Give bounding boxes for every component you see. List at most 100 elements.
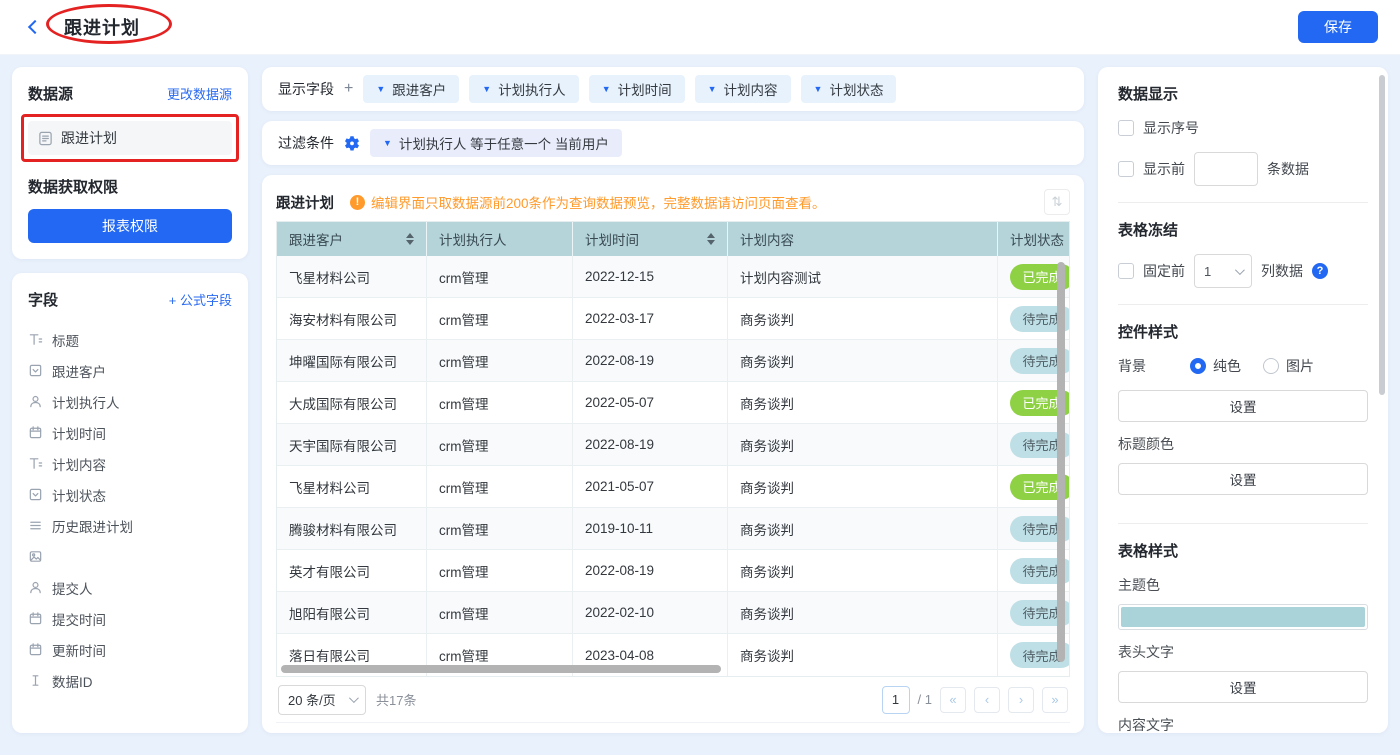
sort-icon[interactable] [406, 233, 414, 245]
formula-field-link[interactable]: + 公式字段 [169, 290, 232, 309]
text-icon [28, 456, 43, 471]
display-field-tag[interactable]: ▼跟进客户 [363, 75, 459, 103]
show-first-checkbox[interactable] [1118, 161, 1134, 177]
current-page-box[interactable]: 1 [882, 686, 910, 714]
radio-unselected-icon [1263, 358, 1279, 374]
fix-columns-checkbox[interactable] [1118, 263, 1134, 279]
cell-customer: 旭阳有限公司 [277, 592, 427, 633]
field-item[interactable]: 计划状态 [28, 479, 232, 510]
field-item[interactable]: 更新时间 [28, 634, 232, 665]
cell-executor: crm管理 [427, 256, 573, 297]
table-row[interactable]: 天宇国际有限公司 crm管理 2022-08-19 商务谈判 待完成 [277, 424, 1070, 466]
cell-executor: crm管理 [427, 508, 573, 549]
first-page-button[interactable]: « [940, 687, 966, 713]
cell-date: 2022-03-17 [573, 298, 728, 339]
divider [1118, 523, 1368, 524]
show-index-checkbox[interactable] [1118, 120, 1134, 136]
header-text-set-button[interactable]: 设置 [1118, 671, 1368, 703]
cell-content: 商务谈判 [728, 340, 998, 381]
add-field-icon[interactable]: + [344, 80, 353, 98]
help-icon[interactable]: ? [1312, 263, 1328, 279]
field-item[interactable]: 数据ID [28, 665, 232, 696]
table-style-title: 表格样式 [1118, 540, 1368, 561]
field-item[interactable]: 跟进客户 [28, 355, 232, 386]
caret-down-icon: ▼ [383, 138, 392, 148]
theme-color-swatch[interactable] [1118, 604, 1368, 630]
panel-scrollbar[interactable] [1379, 75, 1385, 395]
change-datasource-link[interactable]: 更改数据源 [167, 84, 232, 103]
gear-icon[interactable] [344, 135, 360, 151]
field-item-label: 计划内容 [52, 454, 106, 474]
document-icon [38, 131, 53, 146]
field-item[interactable] [28, 541, 232, 572]
column-header-label: 计划执行人 [439, 229, 507, 249]
column-header[interactable]: 计划时间 [573, 222, 728, 256]
person-icon [28, 394, 43, 409]
table-row[interactable]: 英才有限公司 crm管理 2022-08-19 商务谈判 待完成 [277, 550, 1070, 592]
background-set-button[interactable]: 设置 [1118, 390, 1368, 422]
table-row[interactable]: 大成国际有限公司 crm管理 2022-05-07 商务谈判 已完成 [277, 382, 1070, 424]
field-item[interactable]: 计划执行人 [28, 386, 232, 417]
column-header[interactable]: 计划状态 [998, 222, 1070, 256]
fields-title: 字段 [28, 289, 58, 310]
display-field-tag[interactable]: ▼计划时间 [589, 75, 685, 103]
field-item[interactable]: 历史跟进计划 [28, 510, 232, 541]
person-icon [28, 580, 43, 595]
table-row[interactable]: 腾骏材料有限公司 crm管理 2019-10-11 商务谈判 待完成 [277, 508, 1070, 550]
display-field-tag[interactable]: ▼计划执行人 [469, 75, 578, 103]
display-field-tag[interactable]: ▼计划状态 [801, 75, 897, 103]
show-index-label: 显示序号 [1143, 118, 1199, 138]
datasource-item[interactable]: 跟进计划 [28, 121, 232, 155]
sort-order-button[interactable]: ⇅ [1044, 189, 1070, 215]
table-row[interactable]: 飞星材料公司 crm管理 2021-05-07 商务谈判 已完成 [277, 466, 1070, 508]
cell-date: 2022-08-19 [573, 424, 728, 465]
title-color-label: 标题颜色 [1118, 434, 1368, 454]
field-item[interactable]: 计划内容 [28, 448, 232, 479]
table-row[interactable]: 飞星材料公司 crm管理 2022-12-15 计划内容测试 已完成 [277, 256, 1070, 298]
cell-content: 商务谈判 [728, 592, 998, 633]
row-count-input[interactable] [1194, 152, 1258, 186]
table-row[interactable]: 海安材料有限公司 crm管理 2022-03-17 商务谈判 待完成 [277, 298, 1070, 340]
cell-customer: 海安材料有限公司 [277, 298, 427, 339]
back-icon[interactable] [22, 14, 48, 40]
last-page-button[interactable]: » [1042, 687, 1068, 713]
warning-text: 编辑界面只取数据源前200条作为查询数据预览，完整数据请访问页面查看。 [371, 192, 826, 212]
field-item[interactable]: 提交人 [28, 572, 232, 603]
cell-executor: crm管理 [427, 298, 573, 339]
field-item-label: 计划时间 [52, 423, 106, 443]
column-header[interactable]: 跟进客户 [277, 222, 427, 256]
next-page-button[interactable]: › [1008, 687, 1034, 713]
report-permission-button[interactable]: 报表权限 [28, 209, 232, 243]
horizontal-scrollbar[interactable] [281, 665, 721, 673]
theme-color-fill [1121, 607, 1365, 627]
permission-title: 数据获取权限 [28, 176, 232, 197]
cell-executor: crm管理 [427, 466, 573, 507]
table-row[interactable]: 旭阳有限公司 crm管理 2022-02-10 商务谈判 待完成 [277, 592, 1070, 634]
cell-executor: crm管理 [427, 550, 573, 591]
text-icon [28, 332, 43, 347]
display-field-tag[interactable]: ▼计划内容 [695, 75, 791, 103]
page-size-select[interactable]: 20 条/页 [278, 685, 366, 715]
cell-content: 商务谈判 [728, 382, 998, 423]
table-card: 跟进计划 ! 编辑界面只取数据源前200条作为查询数据预览，完整数据请访问页面查… [262, 175, 1084, 733]
fix-count-select[interactable]: 1 [1194, 254, 1252, 288]
red-annotation-rect: 跟进计划 [21, 114, 239, 162]
field-item[interactable]: 标题 [28, 324, 232, 355]
column-header[interactable]: 计划执行人 [427, 222, 573, 256]
cell-customer: 英才有限公司 [277, 550, 427, 591]
column-header[interactable]: 计划内容 [728, 222, 998, 256]
table-row[interactable]: 坤曜国际有限公司 crm管理 2022-08-19 商务谈判 待完成 [277, 340, 1070, 382]
total-pages: / 1 [918, 692, 932, 707]
field-item[interactable]: 计划时间 [28, 417, 232, 448]
prev-page-button[interactable]: ‹ [974, 687, 1000, 713]
sort-icon[interactable] [707, 233, 715, 245]
vertical-scrollbar[interactable] [1057, 262, 1065, 662]
save-button[interactable]: 保存 [1298, 11, 1378, 43]
image-label: 图片 [1286, 356, 1314, 376]
solid-color-option[interactable]: 纯色 [1190, 356, 1241, 376]
field-item[interactable]: 提交时间 [28, 603, 232, 634]
image-option[interactable]: 图片 [1263, 356, 1314, 376]
filter-condition-tag[interactable]: ▼计划执行人 等于任意一个 当前用户 [370, 129, 622, 157]
title-color-set-button[interactable]: 设置 [1118, 463, 1368, 495]
display-fields-label: 显示字段 [278, 79, 334, 99]
